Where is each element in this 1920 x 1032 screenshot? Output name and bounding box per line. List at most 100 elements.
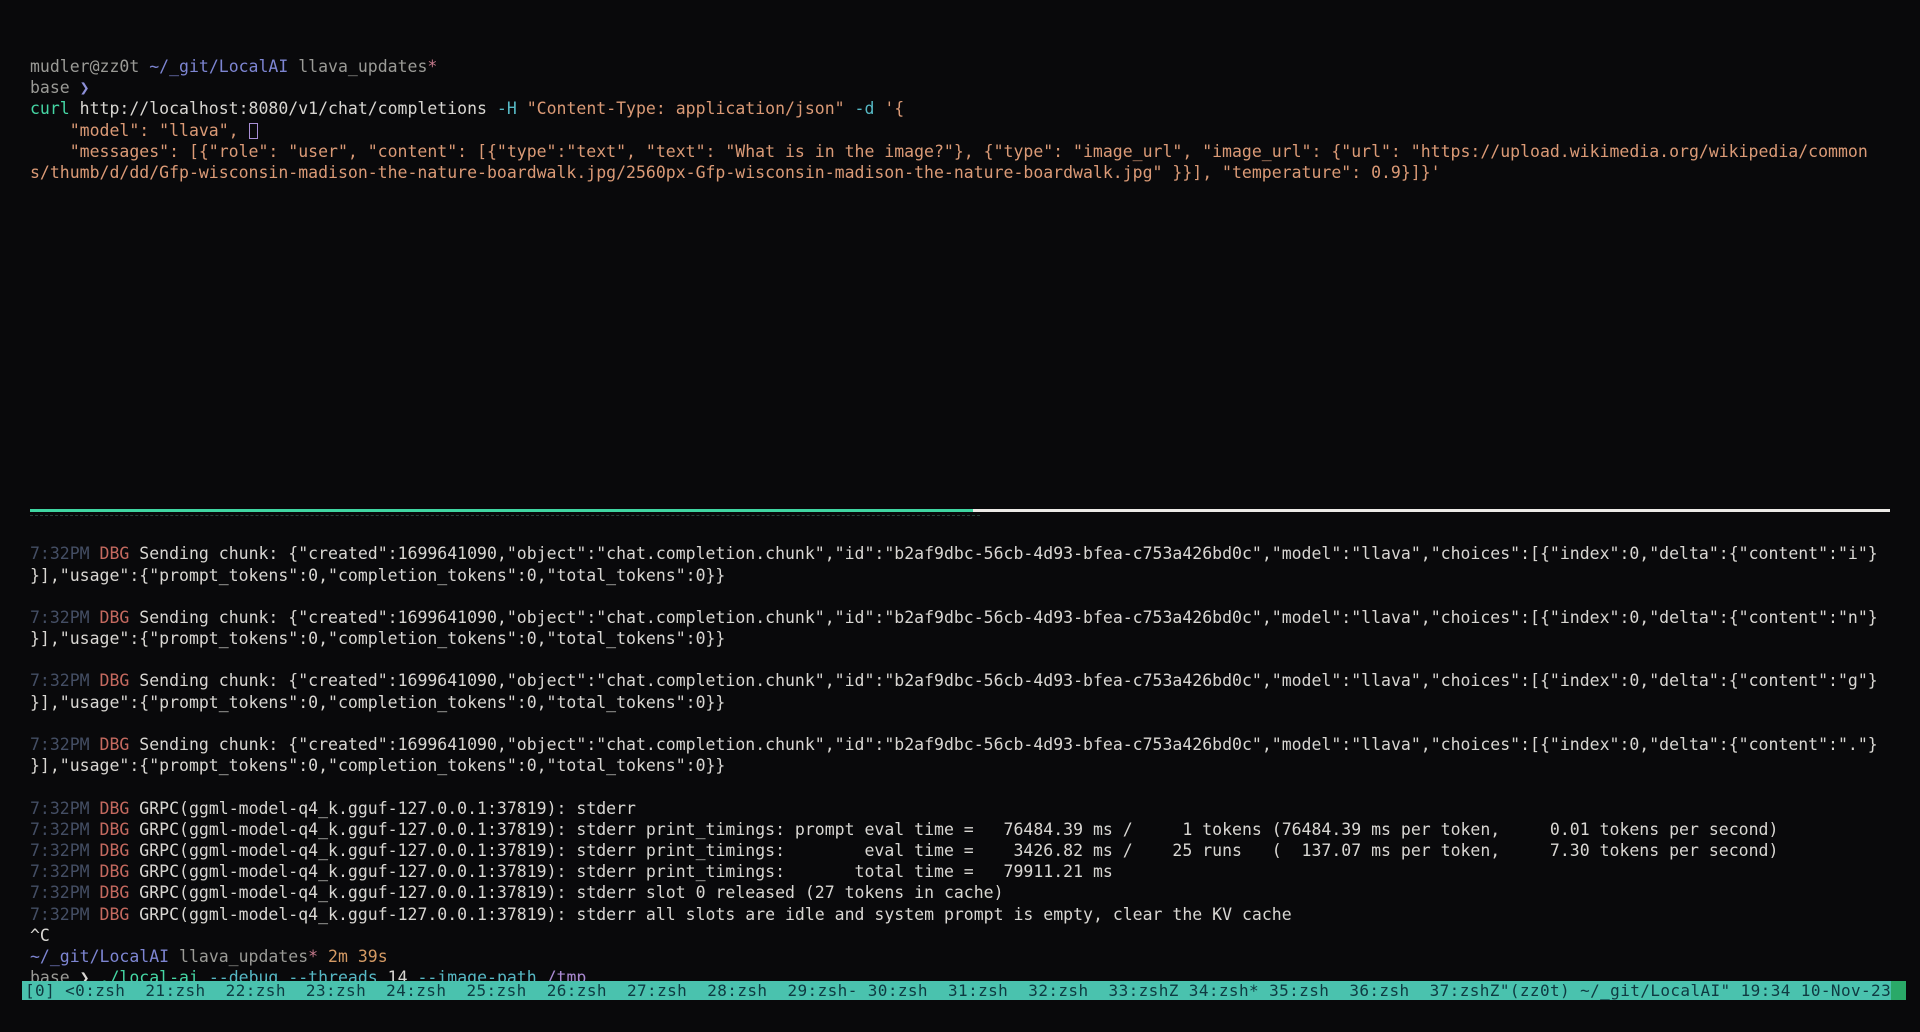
terminal-text: ~/_git/LocalAI <box>149 57 298 76</box>
divider-right-segment <box>973 509 1890 512</box>
terminal-blank-line <box>30 522 1920 543</box>
debug-chunk-line-2: 7:32PM DBG Sending chunk: {"created":169… <box>30 607 1920 628</box>
terminal-text: }],"usage":{"prompt_tokens":0,"completio… <box>30 629 725 648</box>
terminal-text: 7:32PM <box>30 905 100 924</box>
terminal-text: DBG <box>100 544 140 563</box>
terminal-text: 7:32PM <box>30 671 100 690</box>
terminal-blank-line <box>30 374 1920 395</box>
terminal-text: "Content-Type: application/json" <box>527 99 855 118</box>
terminal-text: Sending chunk: {"created":1699641090,"ob… <box>139 735 1877 754</box>
terminal-text: * <box>427 57 437 76</box>
terminal-text: 7:32PM <box>30 799 100 818</box>
terminal-text: '{ <box>884 99 904 118</box>
terminal-text: DBG <box>100 905 140 924</box>
terminal-blank-line <box>30 776 1920 797</box>
divider-dashed-shadow <box>30 515 980 516</box>
terminal-text: ❯ <box>80 78 90 97</box>
terminal-text: "messages": [{"role": "user", "content":… <box>30 142 1868 161</box>
tmux-window-list: [0] <0:zsh 21:zsh 22:zsh 23:zsh 24:zsh 2… <box>25 981 1891 1000</box>
terminal-blank-line <box>30 459 1920 480</box>
terminal-blank-line <box>30 395 1920 416</box>
terminal-cursor <box>249 123 258 139</box>
debug-chunk-usage-2: }],"usage":{"prompt_tokens":0,"completio… <box>30 628 1920 649</box>
terminal-text: }],"usage":{"prompt_tokens":0,"completio… <box>30 693 725 712</box>
curl-body-messages-line: "messages": [{"role": "user", "content":… <box>30 141 1920 162</box>
curl-command-line: curl http://localhost:8080/v1/chat/compl… <box>30 98 1920 119</box>
terminal-output: mudler@zz0t ~/_git/LocalAI llava_updates… <box>30 56 1920 988</box>
terminal-text: llava_updates <box>298 57 427 76</box>
terminal-blank-line <box>30 713 1920 734</box>
prompt-line-top: mudler@zz0t ~/_git/LocalAI llava_updates… <box>30 56 1920 77</box>
terminal-blank-line <box>30 480 1920 501</box>
terminal-text: Sending chunk: {"created":1699641090,"ob… <box>139 608 1877 627</box>
debug-chunk-usage-3: }],"usage":{"prompt_tokens":0,"completio… <box>30 692 1920 713</box>
terminal-text: GRPC(ggml-model-q4_k.gguf-127.0.0.1:3781… <box>139 799 636 818</box>
terminal-text: 7:32PM <box>30 608 100 627</box>
terminal-text: GRPC(ggml-model-q4_k.gguf-127.0.0.1:3781… <box>139 820 1778 839</box>
grpc-total-time-line: 7:32PM DBG GRPC(ggml-model-q4_k.gguf-127… <box>30 861 1920 882</box>
terminal-text: DBG <box>100 671 140 690</box>
terminal-blank-line <box>30 289 1920 310</box>
terminal-text: ^C <box>30 926 50 945</box>
terminal-text: "model": "llava", <box>30 121 249 140</box>
sigint-line: ^C <box>30 925 1920 946</box>
grpc-stderr-line: 7:32PM DBG GRPC(ggml-model-q4_k.gguf-127… <box>30 798 1920 819</box>
terminal-text: DBG <box>100 799 140 818</box>
terminal-text: DBG <box>100 883 140 902</box>
debug-chunk-line-1: 7:32PM DBG Sending chunk: {"created":169… <box>30 543 1920 564</box>
terminal-window[interactable]: mudler@zz0t ~/_git/LocalAI llava_updates… <box>0 0 1920 1032</box>
terminal-blank-line <box>30 331 1920 352</box>
terminal-text: 2m 39s <box>318 947 388 966</box>
prompt-line-base: base ❯ <box>30 77 1920 98</box>
divider-left-segment <box>30 509 973 512</box>
tmux-status-right-block <box>1891 981 1906 1000</box>
terminal-text: GRPC(ggml-model-q4_k.gguf-127.0.0.1:3781… <box>139 841 1778 860</box>
terminal-text: DBG <box>100 735 140 754</box>
terminal-text: http://localhost:8080/v1/chat/completion… <box>80 99 497 118</box>
terminal-text: mudler@zz0t <box>30 57 149 76</box>
terminal-text: curl <box>30 99 80 118</box>
terminal-text: ~/_git/LocalAI <box>30 947 179 966</box>
terminal-text: s/thumb/d/dd/Gfp-wisconsin-madison-the-n… <box>30 163 1441 182</box>
pane-divider <box>30 501 1920 522</box>
grpc-eval-line: 7:32PM DBG GRPC(ggml-model-q4_k.gguf-127… <box>30 840 1920 861</box>
debug-chunk-usage-1: }],"usage":{"prompt_tokens":0,"completio… <box>30 565 1920 586</box>
terminal-text: GRPC(ggml-model-q4_k.gguf-127.0.0.1:3781… <box>139 862 1113 881</box>
tmux-status-bar: [0] <0:zsh 21:zsh 22:zsh 23:zsh 24:zsh 2… <box>22 981 1906 1000</box>
terminal-text: 7:32PM <box>30 820 100 839</box>
terminal-blank-line <box>30 183 1920 204</box>
terminal-blank-line <box>30 353 1920 374</box>
terminal-blank-line <box>30 586 1920 607</box>
terminal-blank-line <box>30 247 1920 268</box>
terminal-blank-line <box>30 204 1920 225</box>
terminal-blank-line <box>30 310 1920 331</box>
terminal-text: }],"usage":{"prompt_tokens":0,"completio… <box>30 756 725 775</box>
debug-chunk-usage-4: }],"usage":{"prompt_tokens":0,"completio… <box>30 755 1920 776</box>
terminal-text: 7:32PM <box>30 841 100 860</box>
terminal-text: * <box>308 947 318 966</box>
terminal-text: 7:32PM <box>30 883 100 902</box>
terminal-text: DBG <box>100 862 140 881</box>
curl-body-url-wrap-line: s/thumb/d/dd/Gfp-wisconsin-madison-the-n… <box>30 162 1920 183</box>
terminal-text: -H <box>497 99 527 118</box>
terminal-blank-line <box>30 268 1920 289</box>
grpc-slot-released-line: 7:32PM DBG GRPC(ggml-model-q4_k.gguf-127… <box>30 882 1920 903</box>
terminal-text: -d <box>855 99 885 118</box>
terminal-text: DBG <box>100 841 140 860</box>
terminal-blank-line <box>30 416 1920 437</box>
prompt-line-bottom: ~/_git/LocalAI llava_updates* 2m 39s <box>30 946 1920 967</box>
terminal-text: DBG <box>100 608 140 627</box>
terminal-text: GRPC(ggml-model-q4_k.gguf-127.0.0.1:3781… <box>139 883 1003 902</box>
terminal-text: 7:32PM <box>30 862 100 881</box>
terminal-text: }],"usage":{"prompt_tokens":0,"completio… <box>30 566 725 585</box>
terminal-text: Sending chunk: {"created":1699641090,"ob… <box>139 671 1877 690</box>
terminal-text: 7:32PM <box>30 735 100 754</box>
terminal-blank-line <box>30 226 1920 247</box>
terminal-text: 7:32PM <box>30 544 100 563</box>
terminal-text: GRPC(ggml-model-q4_k.gguf-127.0.0.1:3781… <box>139 905 1291 924</box>
terminal-text: base <box>30 78 80 97</box>
terminal-text: llava_updates <box>179 947 308 966</box>
debug-chunk-line-4: 7:32PM DBG Sending chunk: {"created":169… <box>30 734 1920 755</box>
terminal-text: Sending chunk: {"created":1699641090,"ob… <box>139 544 1877 563</box>
debug-chunk-line-3: 7:32PM DBG Sending chunk: {"created":169… <box>30 670 1920 691</box>
